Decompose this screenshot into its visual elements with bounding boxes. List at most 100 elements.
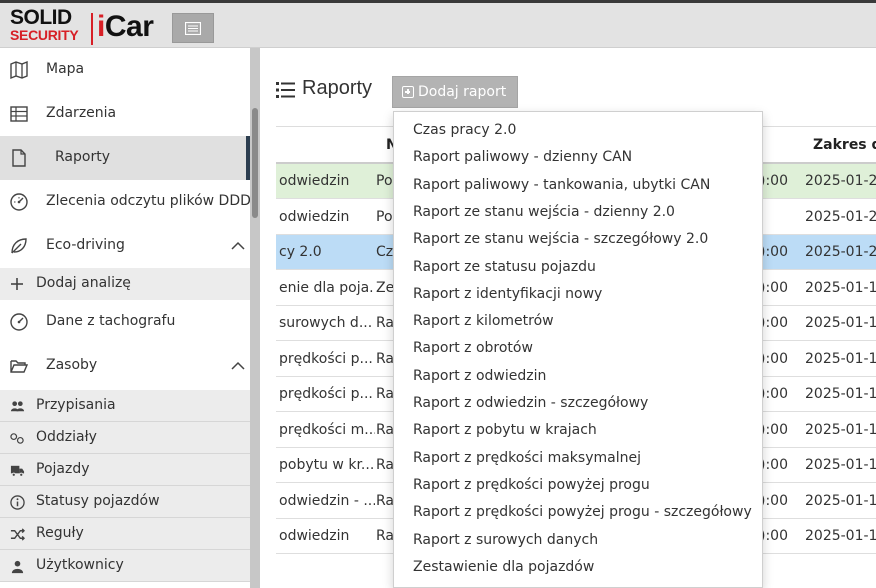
dropdown-item[interactable]: Raport z prędkości powyżej progu - szcze… [413, 504, 752, 520]
sidebar-item-mapa[interactable]: Mapa [0, 48, 250, 92]
table-icon [8, 103, 30, 125]
table-cell: ):00 [760, 421, 788, 438]
dropdown-item[interactable]: Raport z odwiedzin [413, 368, 546, 384]
sidebar-item-dane-z-tachografu[interactable]: Dane z tachografu [0, 300, 250, 344]
dropdown-item[interactable]: Czas pracy 2.0 [413, 122, 516, 138]
sidebar-sub-item-statusy-pojazdow[interactable]: Statusy pojazdów [0, 486, 250, 518]
table-cell: pobytu w kr... [279, 457, 375, 473]
dropdown-item[interactable]: Raport z identyfikacji nowy [413, 286, 602, 302]
dropdown-item[interactable]: Raport paliwowy - tankowania, ubytki CAN [413, 177, 710, 193]
table-cell: prędkości p... [279, 386, 373, 402]
table-cell: enie dla poja... [279, 279, 375, 296]
dropdown-item[interactable]: Raport z pobytu w krajach [413, 422, 597, 438]
list-icon [276, 82, 295, 98]
sidebar-sub-item-label: Pojazdy [36, 461, 90, 477]
dropdown-item[interactable]: Raport z prędkości powyżej progu [413, 477, 650, 493]
table-cell: 2025-01-27 [805, 244, 876, 260]
page-title: Raporty [302, 77, 373, 99]
sidebar-item-zlecenia-ddd[interactable]: Zlecenia odczytu plików DDD [0, 180, 251, 224]
logo-icar-rest: Car [104, 10, 154, 43]
table-cell: ):00 [760, 350, 788, 367]
list-icon [185, 21, 201, 35]
sidebar-scrollbar[interactable] [250, 48, 260, 588]
sidebar-sub-item-label: Użytkownicy [36, 557, 124, 573]
sidebar-item-label: Dodaj analizę [36, 275, 131, 291]
file-icon [8, 147, 30, 169]
logo-security-text: SECURITY [10, 27, 79, 43]
sidebar-item-label: Zdarzenia [46, 105, 117, 121]
sidebar-sub-item-reguly[interactable]: Reguły [0, 518, 250, 550]
table-cell: 2025-01-19 [805, 386, 876, 402]
sidebar-item-zdarzenia[interactable]: Zdarzenia [0, 92, 250, 136]
table-cell: surowych d... [279, 315, 373, 331]
scrollbar-thumb[interactable] [252, 108, 258, 218]
dropdown-item[interactable]: Raport z odwiedzin - szczegółowy [413, 395, 648, 411]
dropdown-item[interactable]: Raport paliwowy - dzienny CAN [413, 149, 632, 165]
table-cell: ):00 [760, 173, 788, 189]
sidebar-item-label: Eco-driving [46, 237, 125, 253]
sidebar-sub-item-oddzialy[interactable]: Oddziały [0, 422, 250, 454]
plus-square-icon [402, 86, 414, 98]
sidebar-item-eco-driving[interactable]: Eco-driving [0, 224, 250, 268]
table-cell: ):00 [760, 457, 788, 473]
dropdown-item[interactable]: Zestawienie dla pojazdów [413, 559, 594, 575]
table-cell: ):00 [760, 315, 788, 331]
add-report-button[interactable]: Dodaj raport [392, 76, 518, 108]
table-cell: 2025-01-19 [805, 350, 876, 367]
table-cell: odwiedzin [279, 528, 350, 544]
sidebar-item-label: Mapa [46, 61, 85, 77]
sidebar-sub-item-przypisania[interactable]: Przypisania [0, 390, 250, 422]
sidebar-sub-item-uzytkownicy[interactable]: Użytkownicy [0, 550, 250, 582]
table-cell: 2025-01-19 [805, 279, 876, 296]
folder-open-icon [8, 355, 30, 377]
map-icon [8, 59, 30, 81]
dropdown-item[interactable]: Raport z kilometrów [413, 313, 554, 329]
logo-icar-i: i [97, 10, 105, 43]
sidebar-item-raporty[interactable]: Raporty [0, 136, 250, 180]
sidebar-sub-item-label: Statusy pojazdów [36, 493, 160, 509]
table-cell: ):00 [760, 386, 788, 402]
dropdown-item[interactable]: Raport ze stanu wejścia - dzienny 2.0 [413, 204, 675, 220]
table-cell: prędkości m... [279, 421, 375, 438]
branches-icon [9, 430, 25, 446]
add-report-label: Dodaj raport [418, 84, 507, 100]
add-report-dropdown: Czas pracy 2.0 Raport paliwowy - dzienny … [393, 111, 763, 588]
table-cell: 2025-01-20 [805, 173, 876, 189]
table-cell: odwiedzin [279, 173, 350, 189]
sidebar-item-label: Dane z tachografu [46, 313, 176, 329]
sidebar-item-label: Raporty [55, 149, 110, 165]
dropdown-item[interactable]: Raport z prędkości maksymalnej [413, 450, 641, 466]
table-cell: odwiedzin - ... [279, 492, 375, 509]
leaf-icon [8, 235, 30, 257]
sidebar-sub-item-label: Przypisania [36, 397, 116, 413]
sidebar-sub-item-pojazdy[interactable]: Pojazdy [0, 454, 250, 486]
info-icon [9, 494, 25, 510]
table-cell: 2025-01-19 [805, 528, 876, 544]
logo-solid-text: SOLID [10, 6, 72, 29]
dropdown-item[interactable]: Raport z obrotów [413, 340, 533, 356]
sidebar: Mapa Zdarzenia Raporty Zlecenia odczytu … [0, 48, 251, 588]
sidebar-item-label: Zasoby [46, 357, 98, 373]
gauge-icon [8, 191, 30, 213]
dropdown-item[interactable]: Raport z surowych danych [413, 532, 598, 548]
dropdown-item[interactable]: Raport ze stanu wejścia - szczegółowy 2.… [413, 231, 708, 247]
table-cell: prędkości p... [279, 350, 373, 367]
sidebar-item-dodaj-analize[interactable]: Dodaj analizę [0, 268, 250, 300]
table-cell: 2025-01-19 [805, 421, 876, 438]
logo-icar: iCar [97, 9, 154, 45]
table-cell: ):00 [760, 244, 788, 260]
sidebar-item-zasoby[interactable]: Zasoby [0, 344, 250, 388]
chevron-up-icon [231, 361, 245, 370]
column-header-range[interactable]: Zakres d [813, 137, 876, 153]
user-icon [9, 558, 25, 574]
table-cell: cy 2.0 [279, 244, 322, 260]
truck-icon [9, 462, 25, 478]
sidebar-toggle-button[interactable] [172, 13, 214, 43]
table-cell: 2025-01-19 [805, 492, 876, 509]
sidebar-sub-item-label: Reguły [36, 525, 84, 541]
dropdown-item[interactable]: Raport ze statusu pojazdu [413, 259, 596, 275]
chevron-up-icon [231, 241, 245, 250]
table-cell: ):00 [760, 492, 788, 509]
table-cell: 2025-01-20 [805, 208, 876, 225]
gauge-icon [8, 311, 30, 333]
